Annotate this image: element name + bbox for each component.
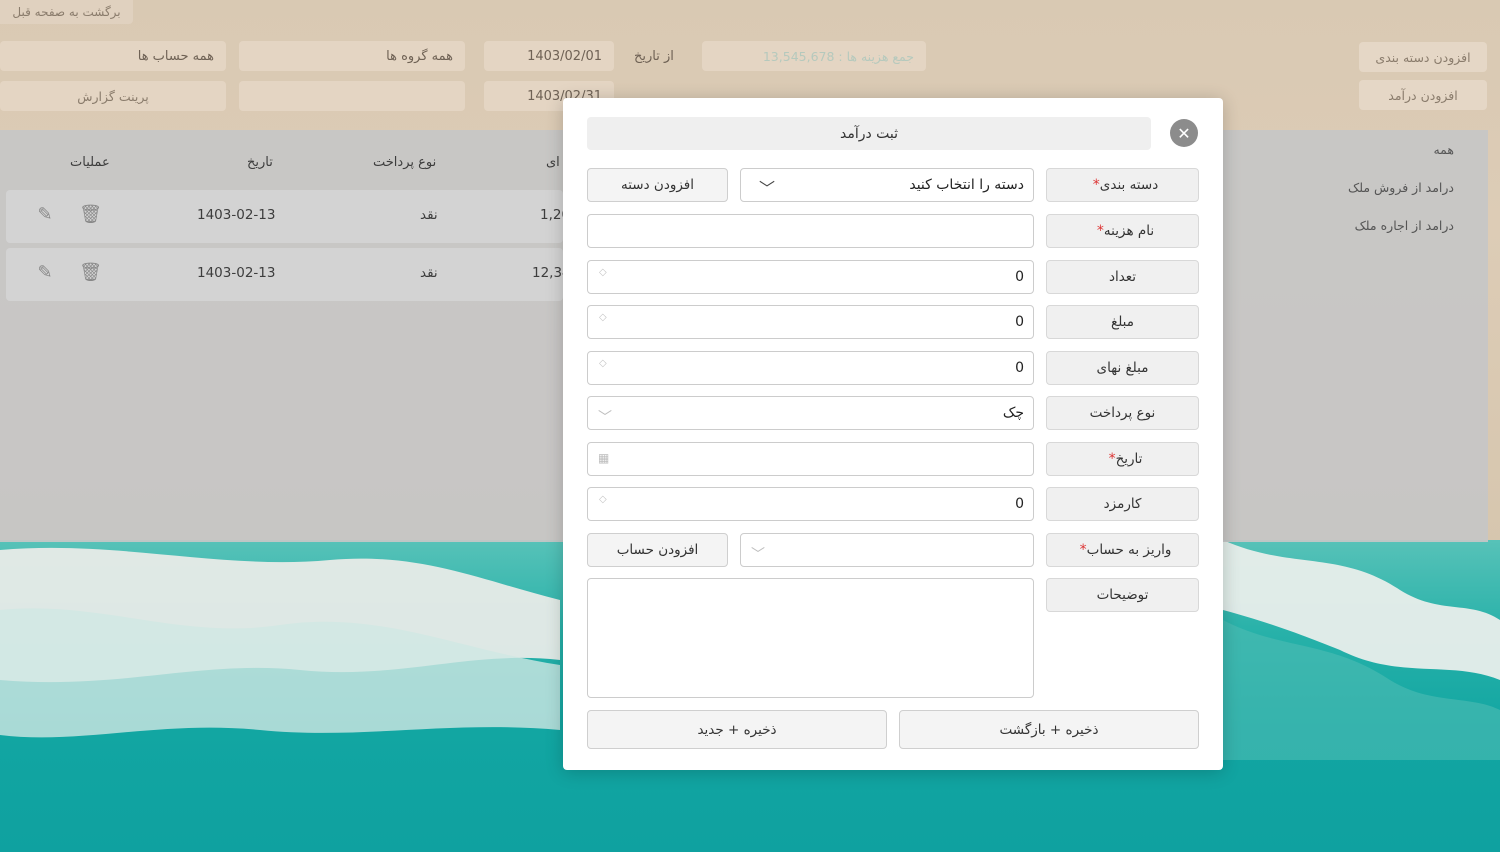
final-amount-value: 0	[1015, 360, 1024, 376]
notes-label: توضیحات	[1046, 578, 1199, 612]
payment-type-select[interactable]: چک ﹀	[587, 396, 1034, 430]
final-amount-input[interactable]: 0 ◇	[587, 351, 1034, 385]
count-label: تعداد	[1046, 260, 1199, 294]
cost-name-input[interactable]	[587, 214, 1034, 248]
deposit-account-label-text: واریز به حساب	[1086, 542, 1172, 558]
account-filter-value: همه حساب ها	[137, 48, 214, 64]
row-date: 1403-02-13	[197, 207, 276, 223]
back-button[interactable]: برگشت به صفحه قبل	[0, 0, 133, 24]
date-from-value: 1403/02/01	[527, 48, 602, 64]
chevron-down-icon: ﹀	[598, 410, 612, 426]
trash-icon[interactable]: 🗑	[79, 262, 102, 286]
header-date: تاریخ	[247, 155, 273, 170]
table-row[interactable]: ✎ 🗑 1403-02-13 نقد 1,20	[6, 190, 570, 243]
save-and-new-button[interactable]: ذخیره + جدید	[587, 710, 887, 749]
date-from-label: از تاریخ	[634, 49, 674, 64]
cost-name-label: نام هزینه *	[1046, 214, 1199, 248]
amount-input[interactable]: 0 ◇	[587, 305, 1034, 339]
required-mark: *	[1108, 451, 1116, 467]
account-filter[interactable]: همه حساب ها	[0, 41, 226, 71]
cost-name-label-text: نام هزینه	[1103, 223, 1155, 239]
count-input[interactable]: 0 ◇	[587, 260, 1034, 294]
category-select-placeholder: دسته را انتخاب کنید	[909, 177, 1024, 193]
close-icon[interactable]: ✕	[1170, 119, 1198, 147]
trash-icon[interactable]: 🗑	[79, 204, 102, 228]
category-item-property-sale[interactable]: درامد از فروش ملک	[1348, 180, 1454, 195]
amount-value: 0	[1015, 314, 1024, 330]
fee-value: 0	[1015, 496, 1024, 512]
date-label: تاریخ *	[1046, 442, 1199, 476]
save-and-back-button[interactable]: ذخیره + بازگشت	[899, 710, 1199, 749]
category-select[interactable]: دسته را انتخاب کنید ﹀	[740, 168, 1034, 202]
deposit-account-select[interactable]: ﹀	[740, 533, 1034, 567]
stepper-icon[interactable]: ◇	[599, 359, 607, 369]
add-category-button[interactable]: افزودن دسته	[587, 168, 728, 202]
count-value: 0	[1015, 269, 1024, 285]
final-amount-label: مبلغ نهای	[1046, 351, 1199, 385]
required-mark: *	[1092, 177, 1100, 193]
chevron-down-icon: ﹀	[751, 547, 765, 563]
header-operations: عملیات	[70, 155, 110, 170]
row-payment-type: نقد	[420, 265, 438, 281]
date-input[interactable]: ▦	[587, 442, 1034, 476]
category-label: دسته بندی *	[1046, 168, 1199, 202]
group-filter-value: همه گروه ها	[386, 48, 453, 64]
fee-input[interactable]: 0 ◇	[587, 487, 1034, 521]
edit-icon[interactable]: ✎	[34, 204, 56, 228]
print-report-label: پرینت گزارش	[77, 88, 149, 104]
date-from-input[interactable]: 1403/02/01	[484, 41, 614, 71]
fee-label: کارمزد	[1046, 487, 1199, 521]
print-report-button[interactable]: پرینت گزارش	[0, 81, 226, 111]
deposit-account-label: واریز به حساب *	[1046, 533, 1199, 567]
category-item-all[interactable]: همه	[1433, 142, 1454, 157]
payment-type-value: چک	[1002, 405, 1024, 421]
add-income-button[interactable]: افزودن درآمد	[1359, 80, 1487, 110]
category-label-text: دسته بندی	[1099, 177, 1159, 193]
required-mark: *	[1079, 542, 1087, 558]
add-account-button[interactable]: افزودن حساب	[587, 533, 728, 567]
header-payment-type: نوع پرداخت	[373, 155, 437, 170]
total-expenses: جمع هزینه ها : 13,545,678	[702, 41, 926, 71]
group-filter[interactable]: همه گروه ها	[239, 41, 465, 71]
category-item-property-rent[interactable]: درامد از اجاره ملک	[1355, 218, 1454, 233]
empty-filter[interactable]	[239, 81, 465, 111]
table-row[interactable]: ✎ 🗑 1403-02-13 نقد 12,34	[6, 248, 571, 301]
row-date: 1403-02-13	[197, 265, 276, 281]
required-mark: *	[1096, 223, 1104, 239]
stepper-icon[interactable]: ◇	[599, 313, 607, 323]
income-registration-modal: ✕ ثبت درآمد دسته بندی * دسته را انتخاب ک…	[563, 98, 1223, 770]
edit-icon[interactable]: ✎	[34, 262, 56, 286]
stepper-icon[interactable]: ◇	[599, 495, 607, 505]
calendar-icon[interactable]: ▦	[598, 451, 609, 465]
notes-textarea[interactable]	[587, 578, 1034, 698]
date-label-text: تاریخ	[1115, 451, 1143, 467]
header-amount: ای	[546, 155, 560, 170]
stepper-icon[interactable]: ◇	[599, 268, 607, 278]
payment-type-label: نوع پرداخت	[1046, 396, 1199, 430]
modal-title: ثبت درآمد	[587, 117, 1151, 150]
total-expenses-text: جمع هزینه ها : 13,545,678	[762, 48, 914, 64]
chevron-down-icon: ﹀	[759, 179, 776, 198]
amount-label: مبلغ	[1046, 305, 1199, 339]
add-category-button[interactable]: افزودن دسته بندی	[1359, 42, 1487, 72]
row-payment-type: نقد	[420, 207, 438, 223]
